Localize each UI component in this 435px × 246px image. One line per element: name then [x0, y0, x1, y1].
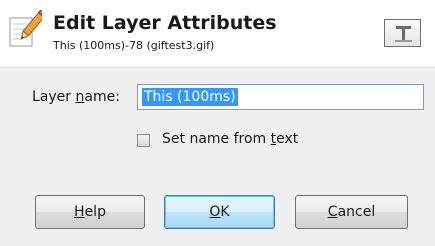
- dialog-title: Edit Layer Attributes: [53, 12, 277, 34]
- dialog-subtitle: This (100ms)-78 (giftest3.gif): [53, 39, 215, 52]
- layer-name-input[interactable]: This (100ms): [137, 84, 424, 110]
- layer-name-label: Layer name:: [32, 89, 120, 105]
- dialog-header: Edit Layer Attributes This (100ms)-78 (g…: [0, 0, 435, 68]
- edit-layer-attributes-dialog: Edit Layer Attributes This (100ms)-78 (g…: [0, 0, 435, 246]
- pencil-edit-icon: [8, 8, 48, 50]
- set-name-from-text-label[interactable]: Set name from text: [162, 131, 298, 147]
- ok-button[interactable]: OK: [164, 195, 275, 229]
- text-tool-button[interactable]: [384, 19, 421, 47]
- cancel-button[interactable]: Cancel: [295, 195, 408, 229]
- help-button[interactable]: Help: [35, 195, 145, 229]
- set-name-from-text-checkbox[interactable]: [137, 134, 150, 147]
- layer-name-value: This (100ms): [142, 88, 238, 106]
